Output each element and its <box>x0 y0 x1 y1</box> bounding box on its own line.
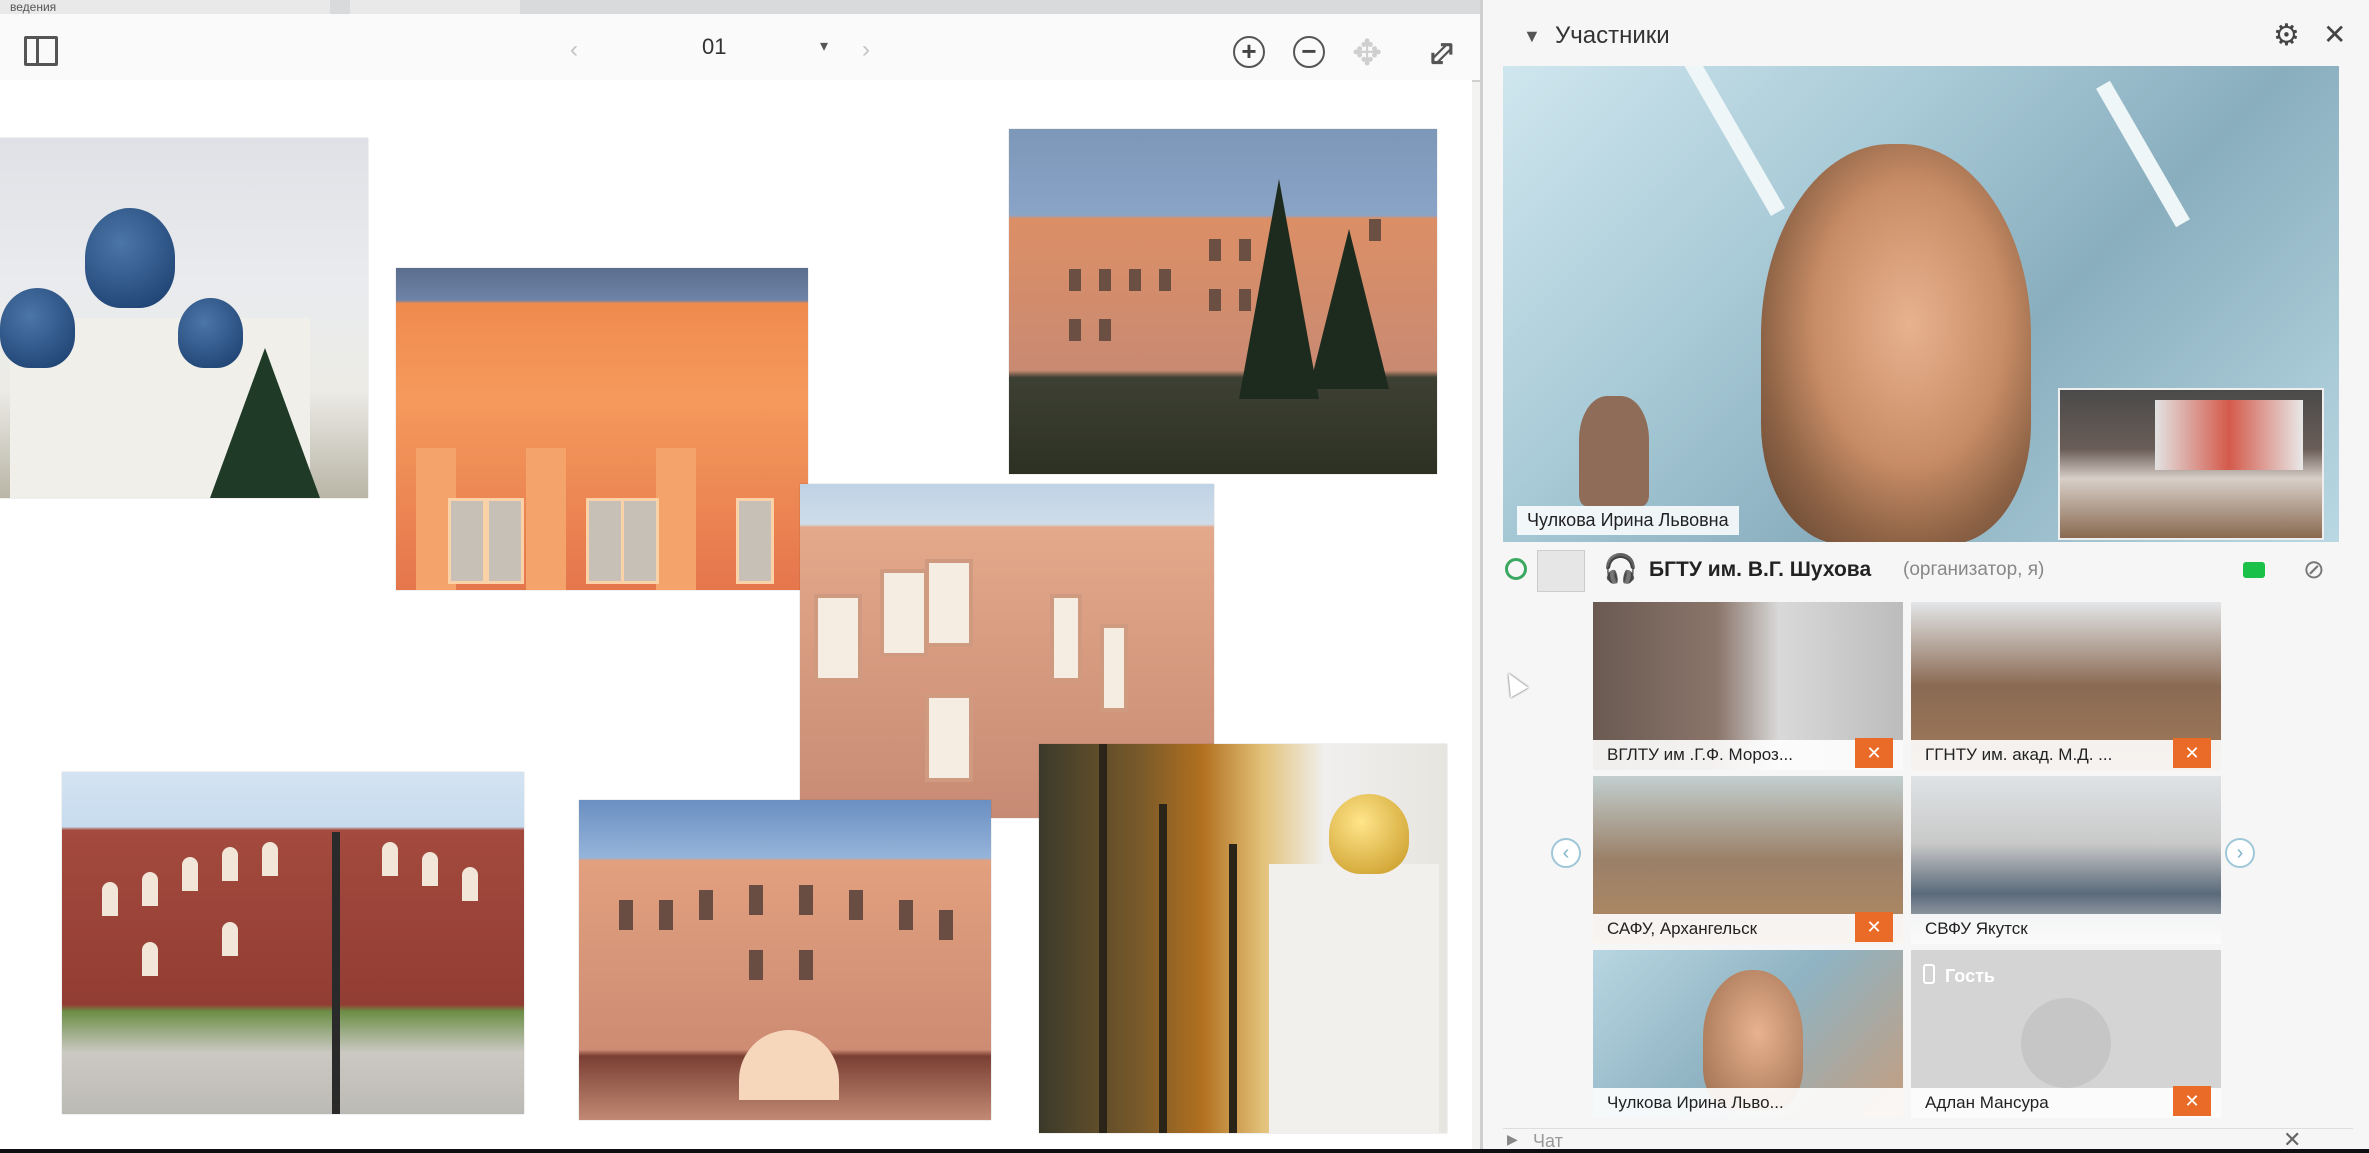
photo-facade-frieze <box>396 268 808 590</box>
participants-title[interactable]: Участники <box>1555 22 1670 50</box>
tab-item[interactable]: ведения <box>0 0 330 14</box>
organizer-name: БГТУ им. В.Г. Шухова <box>1649 558 1872 581</box>
guest-label: Гость <box>1945 966 1995 986</box>
mute-icon: ✕ <box>1855 738 1893 768</box>
organizer-role: (организатор, я) <box>1903 559 2045 580</box>
presentation-toolbar: ‹ 01 ▾ › + − ✥ ⇕ <box>0 14 1490 82</box>
organizer-row[interactable]: 🎧 БГТУ им. В.Г. Шухова (организатор, я) … <box>1503 550 2353 592</box>
gear-icon[interactable]: ⚙ <box>2273 18 2300 53</box>
fullscreen-icon[interactable]: ⇕ <box>1414 27 1468 81</box>
tile-label: Чулкова Ирина Льво... <box>1593 1088 1903 1118</box>
main-speaker-label: Чулкова Ирина Львовна <box>1517 506 1739 535</box>
chevron-right-icon[interactable]: › <box>862 36 870 64</box>
panel-toggle-icon[interactable] <box>24 36 58 66</box>
chevron-left-icon[interactable]: ‹ <box>570 36 578 64</box>
video-tile[interactable]: Чулкова Ирина Льво... <box>1593 950 1903 1118</box>
grid-next-button[interactable]: › <box>2225 838 2255 868</box>
close-icon[interactable]: ✕ <box>2323 18 2346 51</box>
photo-university-building <box>1009 129 1437 474</box>
video-grid: ВГЛТУ им .Г.Ф. Мороз... ✕ ГГНТУ им. акад… <box>1593 602 2229 1118</box>
grid-prev-button[interactable]: ‹ <box>1551 838 1581 868</box>
mute-icon: ✕ <box>2173 1086 2211 1116</box>
collapse-icon[interactable]: ▼ <box>1523 26 1541 47</box>
video-tile[interactable]: ВГЛТУ им .Г.Ф. Мороз... ✕ <box>1593 602 1903 770</box>
guest-avatar <box>2021 998 2111 1088</box>
camera-icon[interactable] <box>2243 562 2265 578</box>
mute-icon: ✕ <box>2173 738 2211 768</box>
headset-icon: 🎧 <box>1603 553 1638 584</box>
mute-icon: ✕ <box>1855 912 1893 942</box>
tile-label: СВФУ Якутск <box>1911 914 2221 944</box>
video-tile[interactable]: САФУ, Архангельск ✕ <box>1593 776 1903 944</box>
video-tile[interactable]: Гость Адлан Мансура ✕ <box>1911 950 2221 1118</box>
expand-icon[interactable]: ▶ <box>1507 1131 1518 1148</box>
zoom-in-button[interactable]: + <box>1233 36 1265 68</box>
participants-header: ▼ Участники ⚙ ✕ <box>1483 10 2369 62</box>
presentation-slide <box>0 80 1472 1149</box>
photo-autumn-church <box>1039 744 1447 1133</box>
pan-icon[interactable]: ✥ <box>1352 32 1382 74</box>
main-speaker-video[interactable]: Чулкова Ирина Львовна <box>1503 66 2339 542</box>
participants-panel: ▼ Участники ⚙ ✕ Чулкова Ирина Львовна 🎧 … <box>1480 0 2369 1152</box>
photo-cathedral <box>0 138 368 498</box>
page-number[interactable]: 01 <box>702 34 726 60</box>
video-tile[interactable]: СВФУ Якутск <box>1911 776 2221 944</box>
picture-in-picture-video[interactable] <box>2058 388 2324 540</box>
close-icon[interactable]: ✕ <box>2283 1127 2301 1153</box>
microphone-off-icon[interactable]: ⊘ <box>2303 554 2325 585</box>
tab-strip: ведения <box>0 0 1500 15</box>
avatar <box>1537 550 1585 592</box>
status-icon <box>1505 558 1527 580</box>
photo-red-palace <box>62 772 524 1114</box>
chevron-down-icon[interactable]: ▾ <box>820 36 828 56</box>
tab-item[interactable] <box>350 0 520 14</box>
chat-row[interactable]: ▶ Чат ✕ <box>1503 1127 2353 1153</box>
video-tile[interactable]: ГГНТУ им. акад. М.Д. ... ✕ <box>1911 602 2221 770</box>
photo-university-front <box>579 800 991 1120</box>
phone-icon <box>1923 964 1935 984</box>
zoom-out-button[interactable]: − <box>1293 36 1325 68</box>
app-window: ведения ‹ 01 ▾ › + − ✥ ⇕ ▼ Участники ⚙ ✕… <box>0 0 2369 1152</box>
